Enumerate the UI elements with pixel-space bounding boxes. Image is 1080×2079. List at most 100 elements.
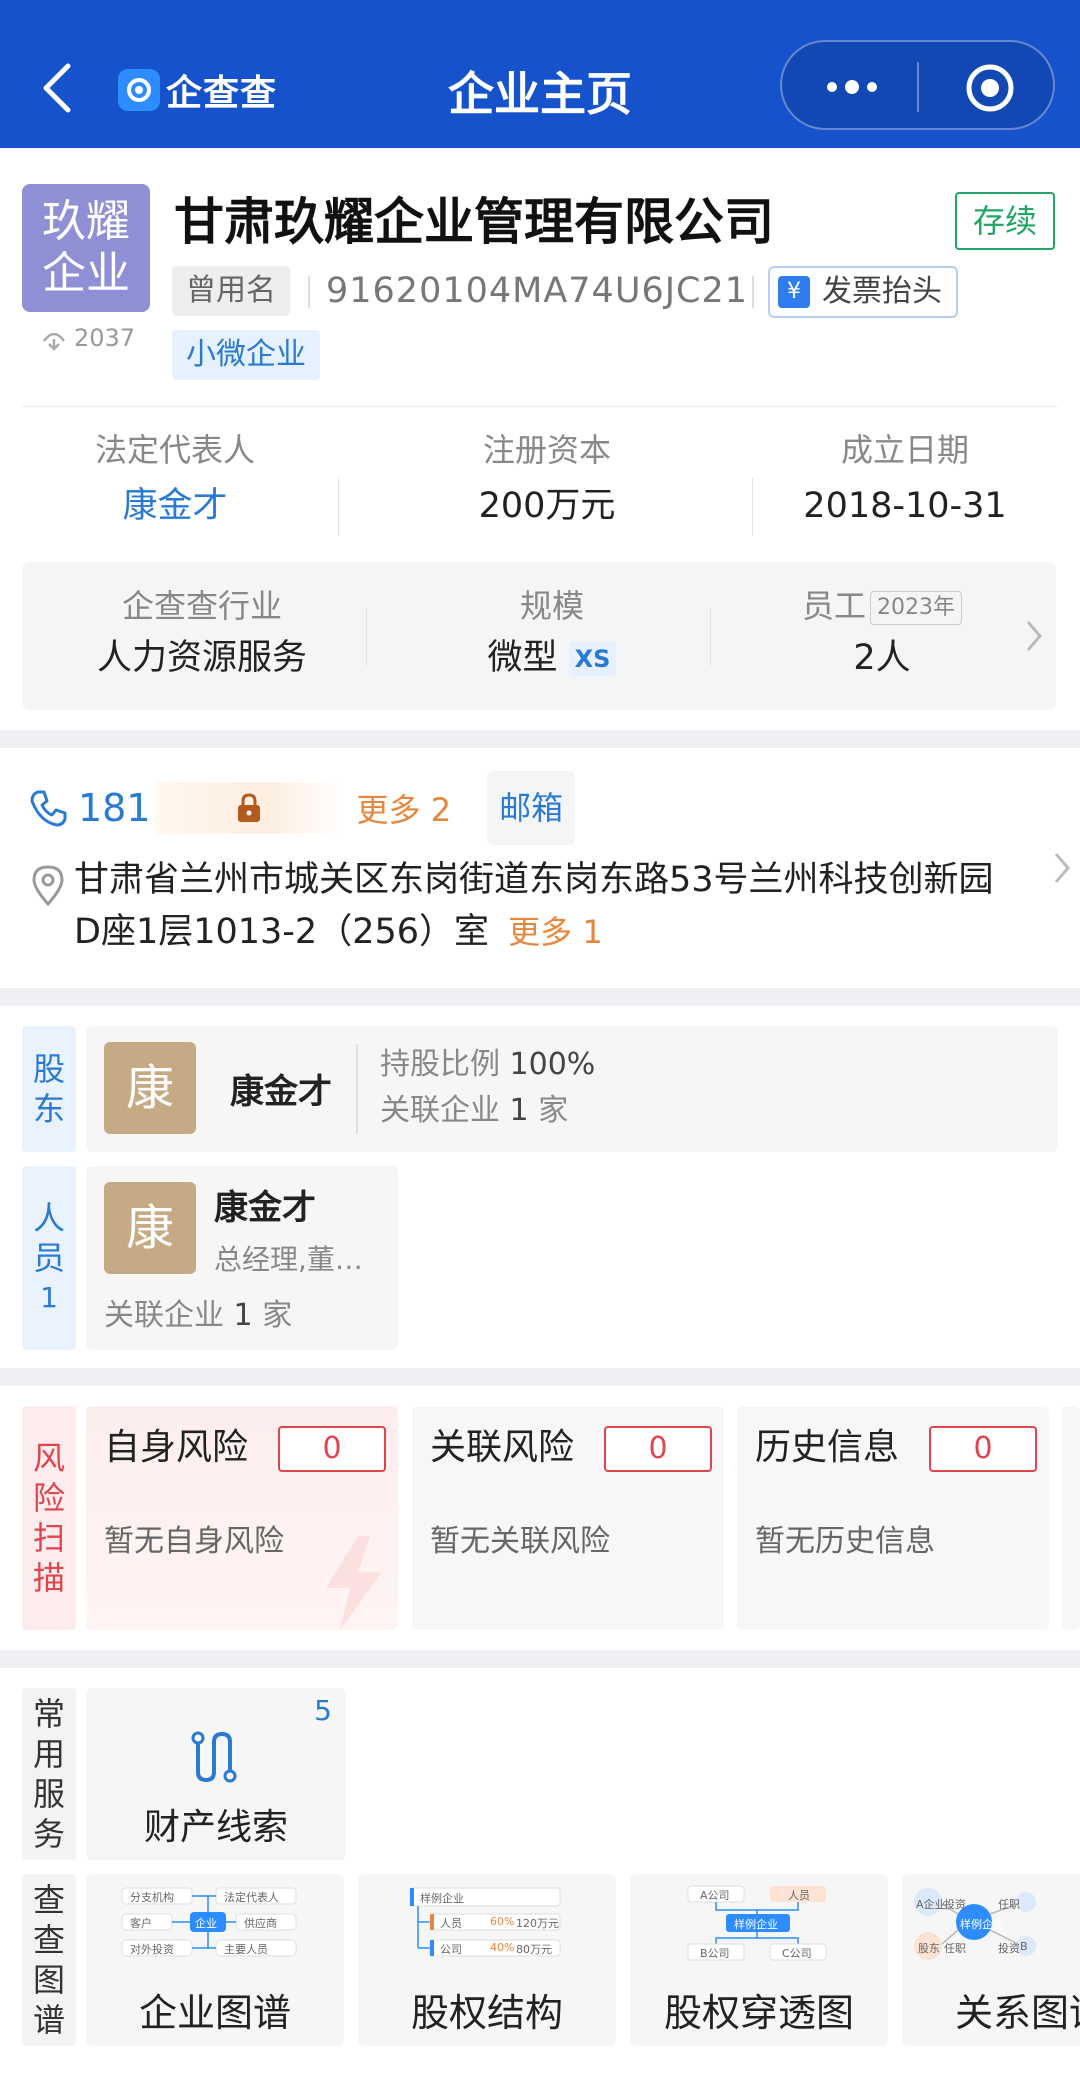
graphs-label-text: 查查图谱 bbox=[32, 1881, 65, 2039]
risk-count: 0 bbox=[929, 1426, 1037, 1472]
mini-label: 样例企业 bbox=[734, 1918, 778, 1931]
mini-label: A公司 bbox=[700, 1889, 730, 1902]
founded-date: 成立日期 2018-10-31 bbox=[770, 426, 1040, 534]
risk-desc: 暂无历史信息 bbox=[755, 1524, 935, 1559]
mini-label: 40% bbox=[490, 1941, 515, 1954]
risk-title: 关联风险 bbox=[430, 1427, 575, 1468]
shareholder-item[interactable]: 康 康金才 持股比例 100% 关联企业 1 家 bbox=[86, 1026, 1058, 1152]
industry-value: 人力资源服务 bbox=[96, 638, 307, 678]
mini-label: 对外投资 bbox=[130, 1943, 174, 1956]
asset-clue-service[interactable]: 5 财产线索 bbox=[86, 1688, 346, 1860]
industry-box[interactable]: 企查查行业 人力资源服务 规模 微型 XS 员工 2023年 2人 bbox=[22, 562, 1056, 710]
status-badge: 存续 bbox=[955, 192, 1055, 250]
industry-label: 企查查行业 bbox=[121, 587, 282, 625]
staff: 员工 2023年 2人 bbox=[742, 582, 1022, 686]
address[interactable]: 甘肃省兰州市城关区东岗街道东岗东路53号兰州科技创新园D座1层1013-2（25… bbox=[74, 854, 994, 958]
phone-row: 181 更多 2 邮箱 bbox=[28, 771, 576, 845]
mini-label: A企业 bbox=[916, 1898, 946, 1911]
staff-related-row: 关联企业 1 家 bbox=[104, 1290, 292, 1334]
phone-more-link[interactable]: 更多 2 bbox=[357, 785, 452, 831]
mini-label: 投资 bbox=[944, 1898, 966, 1911]
email-button[interactable]: 邮箱 bbox=[487, 771, 576, 845]
scale: 规模 微型 XS bbox=[402, 582, 702, 686]
more-icon[interactable] bbox=[822, 72, 882, 102]
relationship-graph-card[interactable]: A企业 投资 任职 样例企业 股东 任职 投资 B 关系图谱 bbox=[902, 1874, 1080, 2046]
mini-label: 60% bbox=[490, 1915, 515, 1928]
mini-label: 供应商 bbox=[244, 1917, 277, 1930]
divider bbox=[22, 406, 1058, 407]
mini-label: 分支机构 bbox=[130, 1891, 174, 1904]
scale-badge: XS bbox=[568, 642, 617, 676]
risk-desc: 暂无自身风险 bbox=[104, 1524, 284, 1559]
contact-card: 181 更多 2 邮箱 甘肃省兰州市城关区东岗街道东岗东路53号兰州科技创新园D… bbox=[0, 748, 1080, 988]
lightning-icon bbox=[326, 1536, 382, 1630]
mini-label: 样例企业 bbox=[960, 1918, 1004, 1931]
staff-label: 员工 bbox=[801, 587, 866, 625]
risk-next-peek bbox=[1062, 1406, 1080, 1630]
mini-label: C公司 bbox=[782, 1947, 812, 1960]
staff-item[interactable]: 康 康金才 总经理,董… 关联企业 1 家 bbox=[86, 1166, 398, 1350]
people-card: 股东 康 康金才 持股比例 100% 关联企业 1 家 人员 1 康 康金才 总… bbox=[0, 1006, 1080, 1368]
shareholder-label: 股东 bbox=[22, 1026, 76, 1152]
related-unit: 家 bbox=[538, 1093, 569, 1128]
related-unit: 家 bbox=[262, 1298, 293, 1333]
chevron-right-icon bbox=[1054, 853, 1070, 883]
staff-year-badge: 2023年 bbox=[870, 591, 962, 625]
enterprise-graph-card[interactable]: 分支机构 法定代表人 客户 企业 供应商 对外投资 主要人员 企业图谱 bbox=[86, 1874, 344, 2046]
former-name-tag[interactable]: 曾用名 bbox=[172, 266, 290, 316]
yen-icon: ¥ bbox=[778, 276, 810, 308]
service-badge: 5 bbox=[314, 1694, 332, 1727]
close-target-icon[interactable] bbox=[964, 62, 1016, 114]
address-more-link[interactable]: 更多 1 bbox=[508, 913, 603, 951]
related-count: 1 bbox=[233, 1298, 253, 1333]
invoice-label: 发票抬头 bbox=[822, 274, 942, 309]
location-pin-icon bbox=[32, 865, 64, 906]
industry: 企查查行业 人力资源服务 bbox=[32, 582, 372, 686]
risk-count: 0 bbox=[604, 1426, 712, 1472]
size-tag[interactable]: 小微企业 bbox=[172, 330, 320, 380]
basic-info-row: 法定代表人 康金才 注册资本 200万元 成立日期 2018-10-31 bbox=[0, 426, 1080, 546]
mini-label: B bbox=[1020, 1940, 1028, 1953]
mini-label: 股东 bbox=[918, 1942, 940, 1955]
graph-title: 关系图谱 bbox=[954, 1991, 1080, 2035]
capital-label: 注册资本 bbox=[482, 431, 611, 469]
staff-section-label: 人员 1 bbox=[22, 1166, 76, 1350]
share-ratio-row: 持股比例 100% bbox=[380, 1042, 595, 1088]
mini-label: 公司 bbox=[440, 1943, 462, 1956]
graphs-label: 查查图谱 bbox=[22, 1874, 76, 2046]
credit-code[interactable]: 91620104MA74U6JC21 bbox=[326, 266, 748, 316]
related-label: 关联企业 bbox=[380, 1093, 500, 1128]
staff-avatar: 康 bbox=[104, 1182, 196, 1274]
services-label: 常用服务 bbox=[22, 1688, 76, 1860]
risk-related[interactable]: 关联风险 0 暂无关联风险 bbox=[412, 1406, 724, 1630]
heat-icon bbox=[42, 332, 66, 351]
divider bbox=[338, 478, 339, 536]
staff-name[interactable]: 康金才 bbox=[214, 1180, 316, 1229]
asset-clue-icon bbox=[191, 1731, 237, 1783]
legal-rep-link[interactable]: 康金才 bbox=[40, 478, 310, 534]
shareholder-name[interactable]: 康金才 bbox=[230, 1064, 332, 1113]
capsule-divider bbox=[917, 62, 919, 112]
phone-mask[interactable] bbox=[154, 782, 343, 834]
invoice-button[interactable]: ¥ 发票抬头 bbox=[768, 266, 958, 318]
risk-title: 自身风险 bbox=[104, 1427, 249, 1468]
view-count: 2037 bbox=[40, 324, 135, 352]
risk-title: 历史信息 bbox=[755, 1427, 900, 1468]
title-bar: 企查查 企业主页 bbox=[0, 0, 1080, 148]
shareholder-avatar: 康 bbox=[104, 1042, 196, 1134]
risk-scan-label: 风险扫描 bbox=[22, 1406, 76, 1630]
mini-label: 任职 bbox=[944, 1942, 966, 1955]
risk-history[interactable]: 历史信息 0 暂无历史信息 bbox=[737, 1406, 1049, 1630]
mini-label: 120万元 bbox=[516, 1917, 559, 1930]
capital-value: 200万元 bbox=[478, 486, 616, 526]
share-ratio-value: 100% bbox=[509, 1047, 596, 1082]
company-name: 甘肃玖耀企业管理有限公司 bbox=[174, 193, 774, 251]
risk-self[interactable]: 自身风险 0 暂无自身风险 bbox=[86, 1406, 398, 1630]
mini-label: 80万元 bbox=[516, 1943, 552, 1956]
related-count: 1 bbox=[509, 1093, 529, 1128]
equity-penetration-card[interactable]: A公司 人员 样例企业 B公司 C公司 股权穿透图 bbox=[630, 1874, 888, 2046]
equity-structure-card[interactable]: 样例企业 人员 60% 120万元 公司 40% 80万元 股权结构 bbox=[358, 1874, 616, 2046]
graph-title: 企业图谱 bbox=[138, 1991, 291, 2035]
scale-label: 规模 bbox=[519, 587, 584, 625]
phone-number[interactable]: 181 bbox=[78, 786, 151, 830]
